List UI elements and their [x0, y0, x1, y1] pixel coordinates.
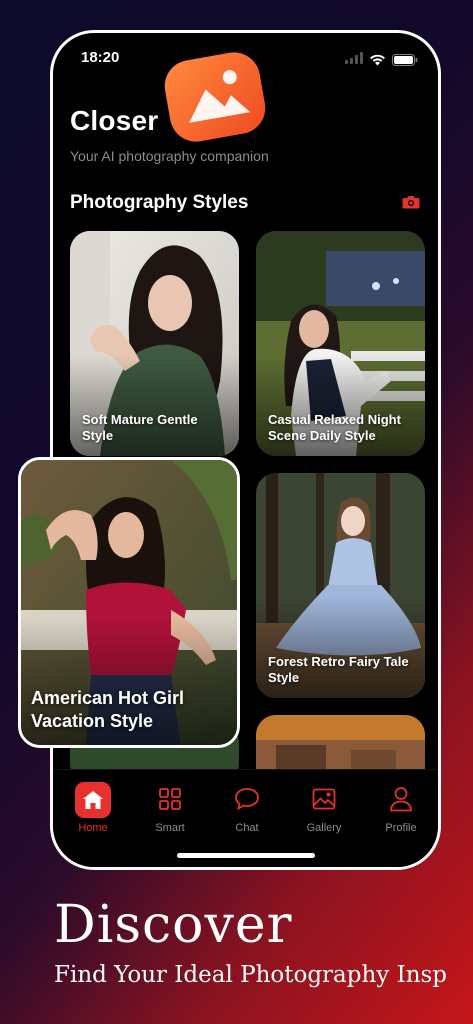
tab-gallery[interactable]: Gallery	[289, 782, 359, 834]
image-icon	[312, 788, 336, 813]
tab-label: Home	[78, 822, 108, 834]
style-card[interactable]: Soft Mature Gentle Style	[70, 231, 239, 456]
tab-label: Smart	[155, 822, 185, 834]
camera-icon[interactable]	[402, 195, 420, 214]
promo-title: Discover	[54, 895, 293, 955]
status-icons	[345, 51, 418, 69]
app-title: Closer	[70, 105, 159, 136]
home-indicator	[176, 853, 315, 858]
home-icon	[75, 782, 111, 818]
tab-label: Chat	[235, 822, 259, 834]
app-logo	[156, 44, 274, 151]
tab-chat[interactable]: Chat	[212, 782, 282, 834]
card-label: Forest Retro Fairy Tale Style	[268, 653, 409, 685]
style-card[interactable]: Forest Retro Fairy Tale Style	[256, 473, 425, 698]
tab-profile[interactable]: Profile	[366, 782, 436, 834]
tab-bar: Home Smart Chat Gallery Profile	[53, 769, 438, 867]
status-time: 18:20	[81, 49, 120, 66]
battery-icon	[392, 54, 418, 66]
signal-icon	[345, 51, 363, 69]
card-label: Casual Relaxed Night Scene Daily Style	[268, 411, 401, 443]
card-label: Soft Mature Gentle Style	[82, 411, 198, 443]
featured-style-card[interactable]: American Hot Girl Vacation Style	[18, 457, 240, 748]
promo-subtitle: Find Your Ideal Photography Insp	[54, 962, 448, 988]
tab-label: Gallery	[306, 822, 342, 834]
wifi-icon	[369, 54, 386, 66]
tab-smart[interactable]: Smart	[135, 782, 205, 834]
section-title: Photography Styles	[70, 192, 249, 213]
app-subtitle: Your AI photography companion	[70, 148, 269, 164]
chat-bubble-icon	[234, 787, 260, 814]
featured-card-label: American Hot Girl Vacation Style	[31, 687, 185, 731]
tab-home[interactable]: Home	[58, 782, 128, 834]
style-card[interactable]: Casual Relaxed Night Scene Daily Style	[256, 231, 425, 456]
person-icon	[389, 786, 413, 815]
grid-icon	[158, 787, 182, 814]
tab-label: Profile	[385, 822, 417, 834]
